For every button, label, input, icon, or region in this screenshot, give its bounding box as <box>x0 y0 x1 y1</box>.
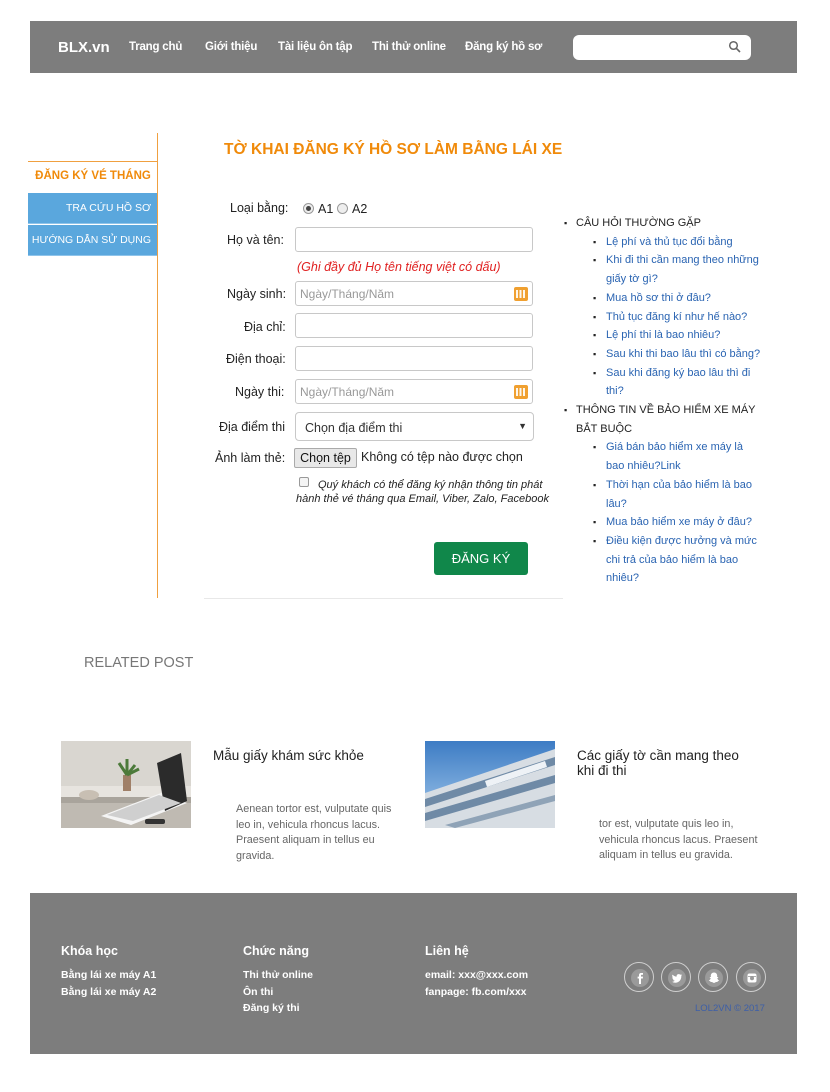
sidebar-active-item[interactable]: ĐĂNG KÝ VÉ THÁNG <box>28 170 158 182</box>
footer-heading-courses: Khóa học <box>61 944 118 958</box>
nav-register[interactable]: Đăng ký hồ sơ <box>465 41 542 53</box>
footer-heading-features: Chức năng <box>243 944 309 958</box>
footer-fanpage[interactable]: fanpage: fb.com/xxx <box>425 986 527 998</box>
post-title[interactable]: Các giấy tờ cần mang theo khi đi thi <box>577 748 757 778</box>
search-icon[interactable] <box>728 40 742 54</box>
sidebar-top-divider <box>28 161 158 162</box>
post-title[interactable]: Mẫu giấy khám sức khỏe <box>213 748 393 763</box>
post-thumbnail-building[interactable] <box>425 741 555 828</box>
post-excerpt: tor est, vulputate quis leo in, vehicula… <box>599 818 758 861</box>
phone-label: Điện thoại: <box>226 352 286 366</box>
top-navbar: BLX.vn Trang chủ Giới thiệu Tài liệu ôn … <box>30 21 797 73</box>
search-input[interactable] <box>573 35 723 60</box>
radio-a1-label: A1 <box>318 202 334 216</box>
sidebar-item-lookup[interactable]: TRA CỨU HỒ SƠ <box>28 193 157 224</box>
name-field[interactable] <box>295 227 533 252</box>
instagram-icon[interactable] <box>736 962 766 992</box>
radio-a2[interactable] <box>337 203 348 214</box>
dob-field[interactable]: Ngày/Tháng/Năm <box>295 281 533 306</box>
faq-link[interactable]: Mua hồ sơ thi ở đâu? <box>593 289 764 308</box>
dob-placeholder: Ngày/Tháng/Năm <box>300 287 395 301</box>
related-heading: RELATED POST <box>84 655 194 671</box>
calendar-icon[interactable] <box>514 287 528 301</box>
dropdown-arrow-icon: ▼ <box>518 421 527 431</box>
faq-link[interactable]: Lệ phí và thủ tục đổi bằng <box>593 233 764 252</box>
name-label: Họ và tên: <box>227 233 284 247</box>
name-note: (Ghi đầy đủ Họ tên tiếng việt có dấu) <box>297 260 501 274</box>
faq-link[interactable]: Thời hạn của bảo hiểm là bao lâu? <box>593 476 764 513</box>
faq-link[interactable]: Sau khi thi bao lâu thì có bằng? <box>593 345 764 364</box>
footer-link[interactable]: Bằng lái xe máy A1 <box>61 969 156 981</box>
snapchat-icon[interactable] <box>698 962 728 992</box>
nav-online-test[interactable]: Thi thử online <box>372 41 446 53</box>
radio-a2-label: A2 <box>352 202 368 216</box>
license-label: Loại bằng: <box>230 201 289 215</box>
footer-link[interactable]: Bằng lái xe máy A2 <box>61 986 156 998</box>
sidebar-item-guide[interactable]: HƯỚNG DẪN SỬ DỤNG <box>28 225 157 256</box>
location-label: Địa điểm thi <box>219 420 285 434</box>
site-footer: Khóa học Bằng lái xe máy A1 Bằng lái xe … <box>30 893 797 1054</box>
footer-link[interactable]: Ôn thi <box>243 986 273 998</box>
facebook-icon[interactable] <box>624 962 654 992</box>
exam-date-label: Ngày thi: <box>235 385 285 399</box>
search-box <box>573 35 751 60</box>
exam-date-field[interactable]: Ngày/Tháng/Năm <box>295 379 533 404</box>
consent-checkbox[interactable] <box>299 477 309 487</box>
calendar-icon[interactable] <box>514 385 528 399</box>
dob-label: Ngày sinh: <box>227 287 287 301</box>
faq-panel: CÂU HỎI THƯỜNG GẶP Lệ phí và thủ tục đổi… <box>564 214 764 588</box>
footer-link[interactable]: Đăng ký thi <box>243 1002 300 1014</box>
site-logo[interactable]: BLX.vn <box>58 39 110 56</box>
nav-study-materials[interactable]: Tài liệu ôn tập <box>278 41 353 53</box>
location-selected: Chọn địa điểm thi <box>305 421 403 435</box>
nav-home[interactable]: Trang chủ <box>129 41 182 53</box>
faq-link[interactable]: Mua bảo hiểm xe máy ở đâu? <box>593 513 764 532</box>
phone-field[interactable] <box>295 346 533 371</box>
faq-link[interactable]: Lệ phí thi là bao nhiêu? <box>593 326 764 345</box>
form-divider <box>204 598 563 599</box>
faq-link[interactable]: Sau khi đăng ký bao lâu thì đi thi? <box>593 364 764 401</box>
footer-link[interactable]: Thi thử online <box>243 969 313 981</box>
photo-label: Ảnh làm thẻ: <box>215 451 286 465</box>
faq-link[interactable]: Giá bán bảo hiểm xe máy là bao nhiêu?Lin… <box>593 438 764 475</box>
footer-heading-contact: Liên hệ <box>425 944 469 958</box>
nav-about[interactable]: Giới thiệu <box>205 41 257 53</box>
choose-file-button[interactable]: Chọn tệp <box>294 448 357 468</box>
file-status: Không có tệp nào được chọn <box>361 450 523 464</box>
faq-group-title: CÂU HỎI THƯỜNG GẶP <box>564 214 764 233</box>
post-excerpt: Aenean tortor est, vulputate quis leo in… <box>236 803 392 862</box>
location-select[interactable]: Chọn địa điểm thi ▼ <box>295 412 534 441</box>
sidebar-divider <box>157 133 158 598</box>
post-thumbnail-laptop[interactable] <box>61 741 191 828</box>
register-button[interactable]: ĐĂNG KÝ <box>434 542 528 575</box>
address-field[interactable] <box>295 313 533 338</box>
footer-email[interactable]: email: xxx@xxx.com <box>425 969 528 981</box>
address-label: Địa chỉ: <box>244 320 286 334</box>
copyright-text: LOL2VN © 2017 <box>695 1003 765 1014</box>
radio-a1[interactable] <box>303 203 314 214</box>
form-title: TỜ KHAI ĐĂNG KÝ HỒ SƠ LÀM BẰNG LÁI XE <box>224 141 563 158</box>
faq-link[interactable]: Điều kiện được hưởng và mức chi trả của … <box>593 532 764 588</box>
consent-text: Quý khách có thể đăng ký nhận thông tin … <box>296 479 549 505</box>
twitter-icon[interactable] <box>661 962 691 992</box>
faq-link[interactable]: Thủ tục đăng kí như hế nào? <box>593 308 764 327</box>
faq-group-title: THÔNG TIN VỀ BẢO HIỂM XE MÁY BẮT BUỘC <box>564 401 764 438</box>
exam-date-placeholder: Ngày/Tháng/Năm <box>300 385 395 399</box>
faq-link[interactable]: Khi đi thi cần mang theo những giấy tờ g… <box>593 251 764 288</box>
